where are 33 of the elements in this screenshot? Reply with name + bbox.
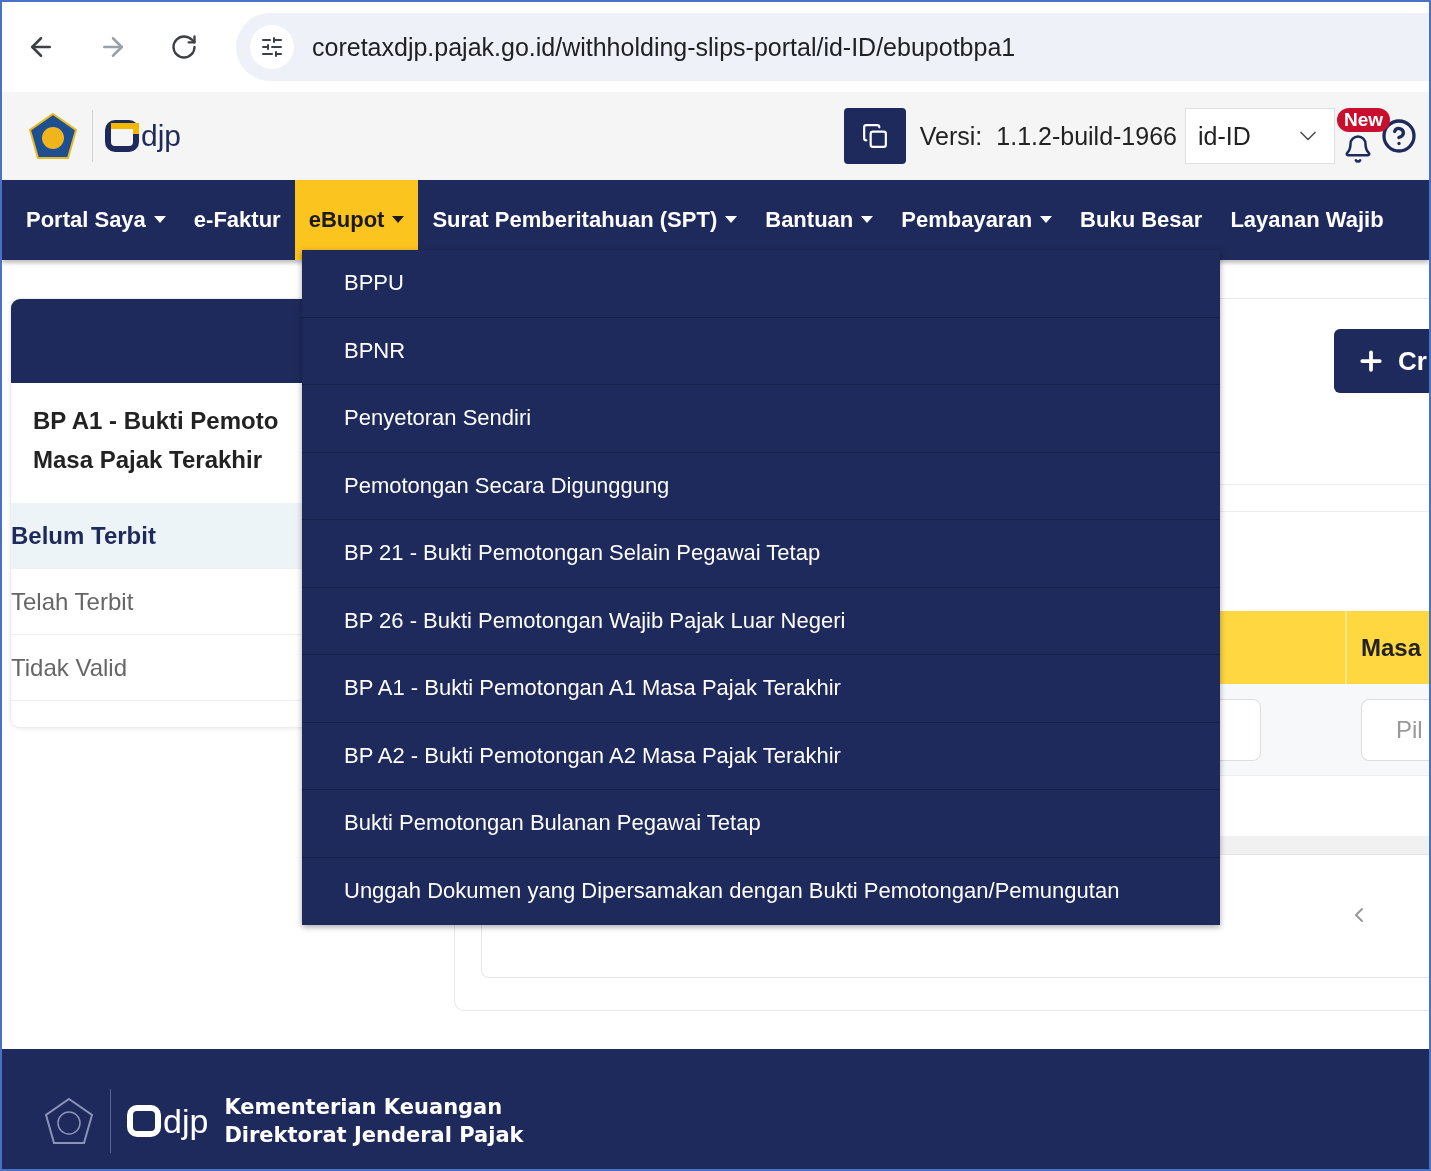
footer-text: Kementerian Keuangan Direktorat Jenderal Pajak [224, 1094, 524, 1149]
create-button[interactable]: Cr [1334, 329, 1429, 393]
emblem-icon [44, 1097, 94, 1145]
dropdown-item[interactable]: BPPU [302, 250, 1220, 318]
version-label: Versi: [919, 121, 983, 151]
dropdown-item[interactable]: Penyetoran Sendiri [302, 385, 1220, 453]
sidebar-title: BP A1 - Bukti Pemoto Masa Pajak Terakhir [32, 406, 280, 475]
new-badge: New [1337, 108, 1391, 132]
dropdown-item[interactable]: BP A1 - Bukti Pemotongan A1 Masa Pajak Terakhir [302, 655, 1220, 723]
dropdown-item[interactable]: Pemotongan Secara Digunggung [302, 452, 1220, 520]
dropdown-item[interactable]: BP 26 - Bukti Pemotongan Wajib Pajak Luar Negeri [302, 587, 1220, 655]
version-text: 1.1.2-build-1966 [996, 121, 1177, 151]
reload-button[interactable] [170, 33, 198, 61]
nav-menu-item[interactable]: Portal Saya [12, 180, 180, 260]
nav-menu-item[interactable]: e-Faktur [179, 180, 295, 260]
logo-text: djp [141, 119, 182, 153]
dropdown-item[interactable]: BP A2 - Bukti Pemotongan A2 Masa Pajak Terakhir [302, 722, 1220, 790]
url-text: coretaxdjp.pajak.go.id/withholding-slips-portal/id-ID/ebupotbpa1 [312, 32, 1016, 62]
logo-mark-icon [105, 120, 139, 152]
site-settings-icon[interactable] [250, 25, 294, 69]
dropdown-item[interactable]: Unggah Dokumen yang Dipersamakan dengan Bukti Pemotongan/Pemungutan [302, 857, 1220, 925]
dropdown-item[interactable]: Bukti Pemotongan Bulanan Pegawai Tetap [302, 790, 1220, 858]
dropdown-item[interactable]: BP 21 - Bukti Pemotongan Selain Pegawai Tetap [302, 520, 1220, 588]
logo-mark-icon [127, 1105, 161, 1137]
copy-button[interactable] [843, 108, 906, 164]
bell-icon[interactable] [1343, 134, 1373, 164]
emblem-icon [28, 112, 78, 160]
dropdown-item[interactable]: BPNR [302, 317, 1220, 385]
language-select[interactable]: id-ID [1185, 108, 1335, 164]
address-bar[interactable]: coretaxdjp.pajak.go.id/withholding-slips-portal/id-ID/ebupotbpa1 [236, 13, 1429, 81]
copy-icon [861, 123, 888, 149]
logo-text: djp [163, 1101, 209, 1141]
help-icon[interactable] [1381, 118, 1417, 154]
